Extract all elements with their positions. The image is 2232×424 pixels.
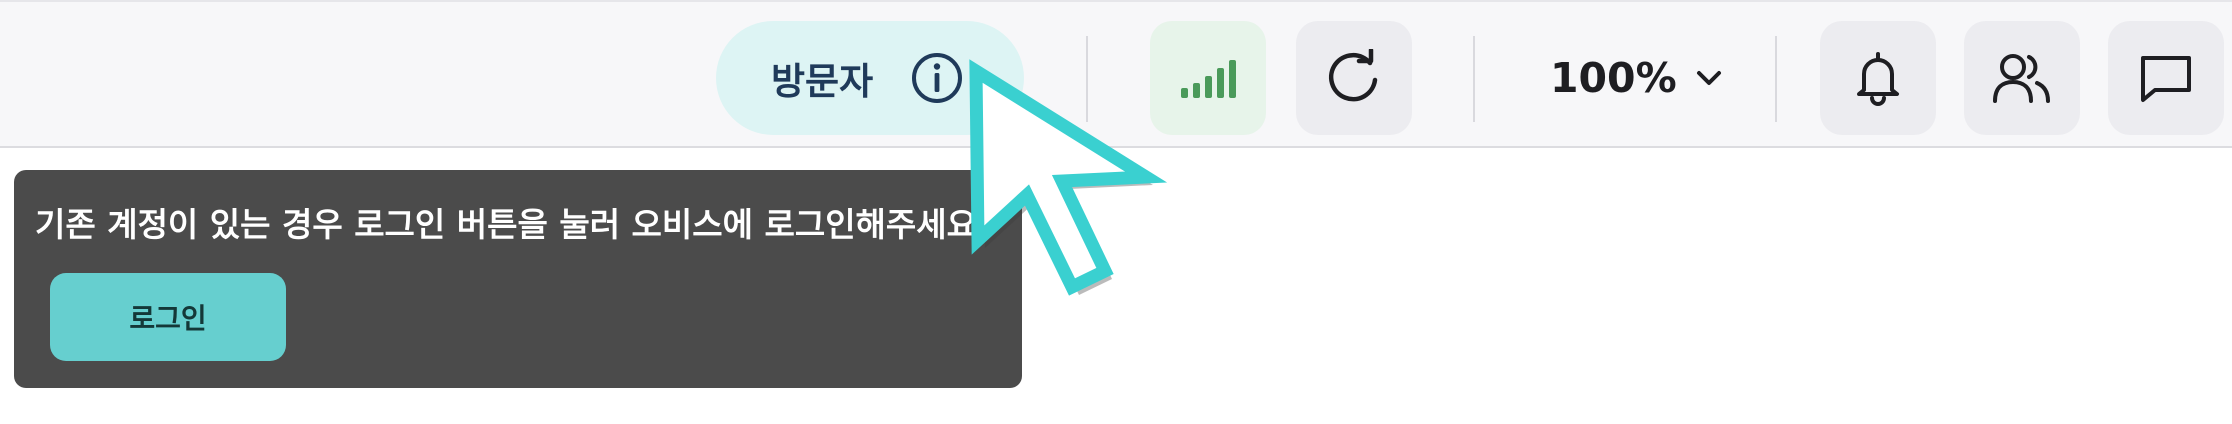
chat-icon xyxy=(2141,56,2191,102)
chevron-down-icon xyxy=(1696,71,1721,85)
pointer-cursor-icon xyxy=(969,59,1168,296)
chat-button[interactable] xyxy=(2108,21,2224,135)
refresh-button[interactable] xyxy=(1296,21,1412,135)
notifications-button[interactable] xyxy=(1820,21,1936,135)
login-hint-message: 기존 계정이 있는 경우 로그인 버튼을 눌러 오비스에 로그인해주세요 xyxy=(35,205,977,244)
visitor-label: 방문자 xyxy=(771,60,874,103)
toolbar-divider xyxy=(1775,36,1777,122)
zoom-value: 100% xyxy=(1550,54,1677,102)
login-hint-tooltip: 기존 계정이 있는 경우 로그인 버튼을 눌러 오비스에 로그인해주세요 로그인 xyxy=(14,170,1022,388)
users-icon xyxy=(1993,54,2050,103)
refresh-icon xyxy=(1328,49,1378,102)
info-icon[interactable] xyxy=(910,51,964,105)
bell-icon xyxy=(1857,52,1899,106)
participants-button[interactable] xyxy=(1964,21,2080,135)
toolbar-divider xyxy=(1473,36,1475,122)
login-button[interactable]: 로그인 xyxy=(50,273,286,361)
zoom-dropdown[interactable]: 100% xyxy=(1550,46,1723,110)
